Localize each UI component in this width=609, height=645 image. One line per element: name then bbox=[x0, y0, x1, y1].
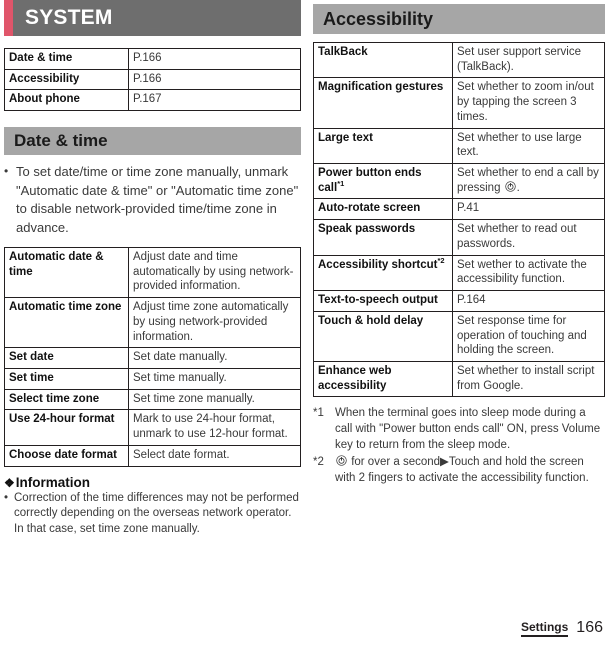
row-key: Enhance web accessibility bbox=[313, 360, 453, 398]
table-row: Power button ends call*1 Set whether to e… bbox=[313, 163, 605, 200]
footnote-text: When the terminal goes into sleep mode d… bbox=[335, 407, 601, 452]
manual-page: SYSTEM Date & time P.166 Accessibility P.16… bbox=[0, 0, 609, 645]
bullet-marker: • bbox=[4, 164, 9, 179]
footer-page-number: 166 bbox=[576, 619, 603, 637]
footnote-reference: *2 bbox=[437, 255, 445, 265]
row-key: Magnification gestures bbox=[313, 77, 453, 129]
table-row: Set time Set time manually. bbox=[4, 368, 301, 390]
table-row: Use 24-hour format Mark to use 24-hour fo… bbox=[4, 409, 301, 446]
table-row: Speak passwords Set whether to read out p… bbox=[313, 219, 605, 256]
row-value: P.41 bbox=[452, 198, 605, 221]
row-key: Accessibility shortcut*2 bbox=[313, 254, 453, 292]
footnote-reference: *1 bbox=[337, 178, 345, 188]
table-row: Accessibility P.166 bbox=[4, 68, 301, 91]
left-column: SYSTEM Date & time P.166 Accessibility P.16… bbox=[4, 0, 301, 538]
accessibility-section-title: Accessibility bbox=[323, 9, 434, 29]
bullet-marker: • bbox=[4, 491, 9, 504]
row-key: TalkBack bbox=[313, 41, 453, 79]
footnote-marker: *1 bbox=[313, 407, 324, 420]
information-text: Correction of the time differences may n… bbox=[14, 491, 299, 536]
row-value: Adjust time zone automatically by using … bbox=[128, 297, 301, 349]
system-section-title: SYSTEM bbox=[25, 6, 113, 29]
row-value: P.166 bbox=[128, 48, 301, 70]
row-value: Set whether to read out passwords. bbox=[452, 219, 605, 256]
row-key: Use 24-hour format bbox=[4, 409, 129, 446]
row-key: Automatic time zone bbox=[4, 297, 129, 349]
row-value: Mark to use 24-hour format, unmark to us… bbox=[128, 409, 301, 446]
table-row: Date & time P.166 bbox=[4, 48, 301, 70]
page-footer: Settings 166 bbox=[520, 619, 603, 637]
row-value: P.166 bbox=[128, 68, 301, 91]
row-value: Adjust date and time automatically by us… bbox=[128, 246, 301, 299]
power-button-icon bbox=[336, 455, 347, 466]
row-value: Set whether to zoom in/out by tapping th… bbox=[452, 77, 605, 129]
row-key: Auto-rotate screen bbox=[313, 198, 453, 221]
row-key: Touch & hold delay bbox=[313, 310, 453, 362]
system-section-header: SYSTEM bbox=[4, 0, 301, 36]
row-value: Set whether to install script from Googl… bbox=[452, 360, 605, 398]
row-key: Large text bbox=[313, 127, 453, 165]
accent-bar bbox=[4, 0, 13, 36]
row-value: Set wether to activate the accessibility… bbox=[452, 254, 605, 292]
row-key: Power button ends call*1 bbox=[313, 163, 453, 200]
power-button-icon bbox=[504, 181, 516, 192]
table-row: Automatic time zone Adjust time zone auto… bbox=[4, 297, 301, 349]
footnote-marker: *2 bbox=[313, 455, 324, 468]
diamond-icon: ❖ bbox=[4, 475, 15, 490]
date-time-subsection-title: Date & time bbox=[14, 131, 108, 151]
system-toc-table: Date & time P.166 Accessibility P.166 About … bbox=[4, 48, 301, 112]
table-row: Auto-rotate screen P.41 bbox=[313, 198, 605, 221]
table-row: Automatic date & time Adjust date and tim… bbox=[4, 246, 301, 299]
footnote: *2 for over a second▶Touch and hold the … bbox=[313, 455, 605, 487]
table-row: Select time zone Set time zone manually. bbox=[4, 388, 301, 411]
accessibility-section-header: Accessibility bbox=[313, 4, 605, 34]
row-key: Date & time bbox=[4, 48, 129, 70]
table-row: Enhance web accessibility Set whether to … bbox=[313, 360, 605, 398]
row-value: Set whether to use large text. bbox=[452, 127, 605, 165]
table-row: Accessibility shortcut*2 Set wether to ac… bbox=[313, 254, 605, 292]
table-row: Set date Set date manually. bbox=[4, 347, 301, 369]
row-value: P.167 bbox=[128, 89, 301, 112]
row-key: Text-to-speech output bbox=[313, 290, 453, 312]
row-key: Accessibility bbox=[4, 68, 129, 91]
table-row: Choose date format Select date format. bbox=[4, 444, 301, 467]
table-row: Text-to-speech output P.164 bbox=[313, 290, 605, 312]
bullet-text: To set date/time or time zone manually, … bbox=[16, 164, 299, 235]
date-time-subsection-header: Date & time bbox=[4, 127, 301, 156]
date-time-intro-bullet: • To set date/time or time zone manually… bbox=[4, 163, 301, 237]
row-key: Set date bbox=[4, 347, 129, 369]
row-value: Set time zone manually. bbox=[128, 388, 301, 411]
row-key: About phone bbox=[4, 89, 129, 112]
footer-chapter-label: Settings bbox=[520, 620, 569, 637]
row-key: Set time bbox=[4, 368, 129, 390]
information-title: Information bbox=[15, 474, 91, 490]
accessibility-settings-table: TalkBack Set user support service (TalkBa… bbox=[313, 41, 605, 398]
row-value: P.164 bbox=[452, 290, 605, 312]
footnotes-list: *1 When the terminal goes into sleep mode… bbox=[313, 406, 605, 486]
right-column: Accessibility TalkBack Set user support s… bbox=[313, 0, 605, 488]
table-row: Large text Set whether to use large text. bbox=[313, 127, 605, 165]
table-row: About phone P.167 bbox=[4, 89, 301, 112]
row-key: Select time zone bbox=[4, 388, 129, 411]
table-row: Magnification gestures Set whether to zoo… bbox=[313, 77, 605, 129]
row-key: Choose date format bbox=[4, 444, 129, 467]
table-row: TalkBack Set user support service (TalkBa… bbox=[313, 41, 605, 79]
row-value: Set whether to end a call by pressing . bbox=[452, 163, 605, 200]
row-value: Set time manually. bbox=[128, 368, 301, 390]
row-value: Set user support service (TalkBack). bbox=[452, 41, 605, 79]
row-value: Select date format. bbox=[128, 444, 301, 467]
row-value: Set date manually. bbox=[128, 347, 301, 369]
footnote-text: for over a second▶Touch and hold the scr… bbox=[335, 455, 589, 484]
footnote: *1 When the terminal goes into sleep mode… bbox=[313, 406, 605, 454]
date-time-settings-table: Automatic date & time Adjust date and tim… bbox=[4, 246, 301, 467]
information-bullet: • Correction of the time differences may… bbox=[4, 491, 301, 539]
table-row: Touch & hold delay Set response time for … bbox=[313, 310, 605, 362]
row-key: Automatic date & time bbox=[4, 246, 129, 299]
information-heading: ❖ Information bbox=[4, 475, 301, 490]
row-value: Set response time for operation of touch… bbox=[452, 310, 605, 362]
row-key: Speak passwords bbox=[313, 219, 453, 256]
